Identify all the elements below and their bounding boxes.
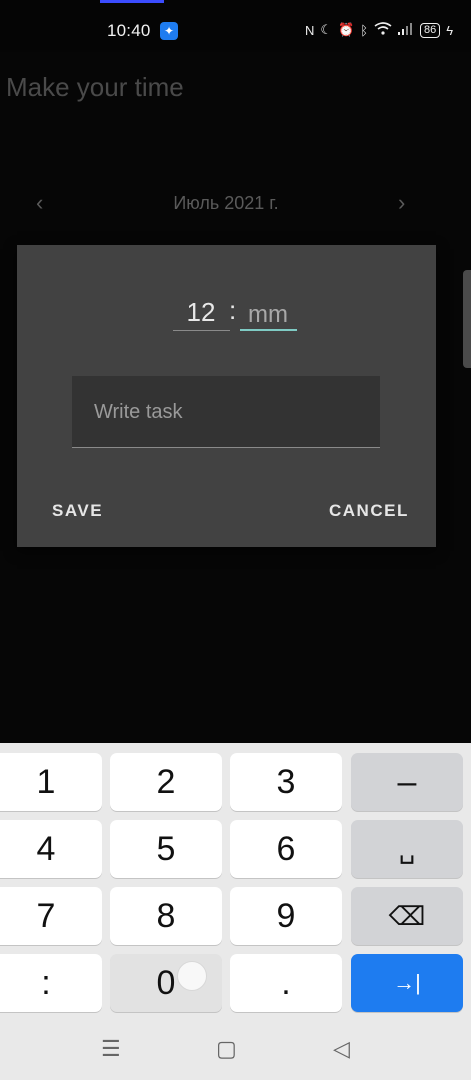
task-placeholder: Write task (94, 401, 183, 423)
touch-indicator (177, 961, 207, 991)
calendar-month-label: Июль 2021 г. (173, 193, 279, 213)
menu-icon[interactable]: ☰ (101, 1036, 121, 1062)
status-icons: N ☾ ⏰ ᛒ 86 ϟ (305, 22, 453, 38)
backspace-key[interactable]: ⌫ (351, 887, 463, 945)
home-icon[interactable]: ▢ (216, 1036, 237, 1062)
key-2[interactable]: 2 (110, 753, 222, 811)
wifi-icon (374, 22, 392, 38)
key-5[interactable]: 5 (110, 820, 222, 878)
hour-underline (173, 330, 230, 331)
key-3[interactable]: 3 (230, 753, 342, 811)
next-month-button[interactable]: › (398, 190, 405, 216)
signal-icon (398, 22, 413, 38)
key-8[interactable]: 8 (110, 887, 222, 945)
key-9[interactable]: 9 (230, 887, 342, 945)
key-dot[interactable]: . (230, 954, 342, 1012)
moon-icon: ☾ (320, 22, 333, 37)
status-time: 10:40 (107, 21, 151, 40)
app-notification-icon: ✦ (160, 22, 178, 40)
key-colon[interactable]: : (0, 954, 102, 1012)
battery-indicator: 86 (420, 22, 441, 38)
cancel-button[interactable]: CANCEL (329, 501, 409, 521)
time-separator: : (229, 295, 237, 325)
app-title: Make your time (6, 72, 184, 102)
hour-input[interactable]: 12 (173, 297, 229, 328)
next-field-key[interactable]: →| (351, 954, 463, 1012)
minute-input[interactable]: mm (239, 301, 297, 329)
minute-underline (240, 329, 297, 331)
task-input[interactable]: Write task (72, 376, 380, 448)
numeric-keyboard: 1 2 3 – 4 5 6 ␣ 7 8 9 ⌫ : 0 . →| (0, 743, 471, 1020)
key-7[interactable]: 7 (0, 887, 102, 945)
system-nav-bar: ☰ ▢ ◁ (0, 1020, 471, 1080)
nfc-icon: N (305, 22, 315, 38)
alarm-icon: ⏰ (338, 22, 355, 37)
key-6[interactable]: 6 (230, 820, 342, 878)
key-1[interactable]: 1 (0, 753, 102, 811)
key-4[interactable]: 4 (0, 820, 102, 878)
edge-panel-handle[interactable] (463, 270, 471, 368)
key-space[interactable]: ␣ (351, 820, 463, 878)
back-icon[interactable]: ◁ (333, 1036, 350, 1062)
bluetooth-icon: ᛒ (360, 22, 369, 38)
key-dash[interactable]: – (351, 753, 463, 811)
charging-icon: ϟ (446, 22, 454, 38)
save-button[interactable]: SAVE (52, 501, 103, 521)
loading-indicator (100, 0, 164, 3)
add-task-dialog: 12 : mm Write task SAVE CANCEL (17, 245, 436, 547)
status-bar: 10:40 ✦ N ☾ ⏰ ᛒ 86 ϟ (0, 0, 471, 52)
